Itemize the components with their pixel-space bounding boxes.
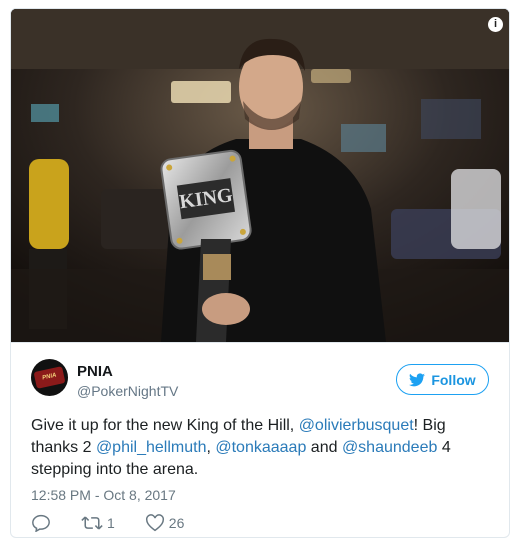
twitter-bird-icon — [409, 372, 426, 386]
retweet-count: 1 — [107, 515, 115, 531]
like-button[interactable]: 26 — [145, 514, 185, 532]
mention-link[interactable]: @shaundeeb — [342, 439, 437, 456]
follow-button[interactable]: Follow — [396, 364, 489, 395]
tweet-text-segment: and — [306, 439, 342, 456]
tweet-photo[interactable]: KING i — [11, 9, 509, 342]
like-count: 26 — [168, 515, 185, 531]
author-handle[interactable]: @PokerNightTV — [77, 383, 178, 399]
heart-icon — [145, 514, 164, 532]
tweet-actions: 1 26 — [31, 513, 214, 533]
reply-icon — [32, 514, 50, 532]
tweet-card: KING i PNIA PNIA @PokerNightTV Follow Gi… — [10, 8, 510, 538]
info-icon[interactable]: i — [488, 17, 503, 32]
retweet-button[interactable]: 1 — [81, 515, 115, 531]
photo-man-holding-championship-belt: KING — [11, 9, 509, 342]
tweet-body: PNIA PNIA @PokerNightTV Follow Give it u… — [11, 342, 509, 537]
mention-link[interactable]: @tonkaaaap — [215, 439, 306, 456]
tweet-timestamp[interactable]: 12:58 PM - Oct 8, 2017 — [31, 487, 176, 503]
mention-link[interactable]: @olivierbusquet — [299, 417, 414, 434]
retweet-icon — [81, 516, 103, 530]
avatar[interactable]: PNIA — [31, 359, 68, 396]
tweet-text: Give it up for the new King of the Hill,… — [31, 415, 496, 481]
mention-link[interactable]: @phil_hellmuth — [96, 439, 207, 456]
follow-label: Follow — [431, 371, 476, 388]
author-name[interactable]: PNIA — [77, 363, 113, 380]
poker-night-logo-avatar: PNIA — [33, 366, 66, 389]
tweet-text-segment: Give it up for the new King of the Hill, — [31, 417, 299, 434]
reply-button[interactable] — [31, 514, 51, 532]
